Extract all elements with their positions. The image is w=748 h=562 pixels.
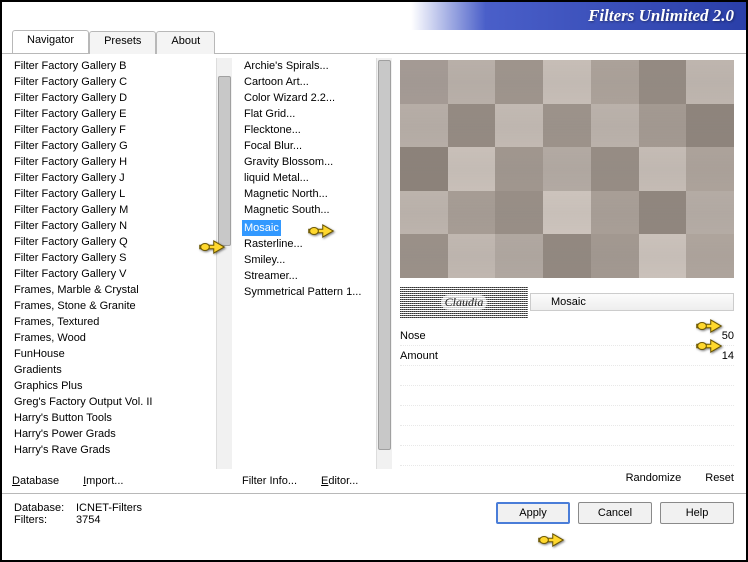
list-item[interactable]: Filter Factory Gallery L: [12, 186, 216, 202]
slider-label: Nose: [400, 330, 454, 342]
list-item[interactable]: Frames, Stone & Granite: [12, 298, 216, 314]
list-item[interactable]: Filter Factory Gallery B: [12, 58, 216, 74]
list-item[interactable]: Graphics Plus: [12, 378, 216, 394]
apply-button[interactable]: Apply: [496, 502, 570, 524]
list-item[interactable]: Streamer...: [242, 268, 376, 284]
watermark-text: Claudia: [441, 295, 488, 310]
list-item[interactable]: Symmetrical Pattern 1...: [242, 284, 376, 300]
watermark-logo: Claudia: [400, 286, 528, 318]
list-item[interactable]: Frames, Wood: [12, 330, 216, 346]
editor-button[interactable]: Editor...: [321, 475, 358, 487]
list-item[interactable]: Focal Blur...: [242, 138, 376, 154]
filter-info-button[interactable]: Filter Info...: [242, 475, 297, 487]
help-button[interactable]: Help: [660, 502, 734, 524]
list-item[interactable]: liquid Metal...: [242, 170, 376, 186]
scroll-thumb[interactable]: [218, 76, 231, 246]
slider-row[interactable]: Amount 14: [400, 346, 734, 366]
status-bar: Database:ICNET-Filters Filters:3754: [14, 502, 142, 526]
list-item[interactable]: Frames, Marble & Crystal: [12, 282, 216, 298]
tab-navigator[interactable]: Navigator: [12, 30, 89, 53]
list-item[interactable]: Frames, Textured: [12, 314, 216, 330]
list-item[interactable]: Color Wizard 2.2...: [242, 90, 376, 106]
cancel-button[interactable]: Cancel: [578, 502, 652, 524]
list-item[interactable]: Filter Factory Gallery Q: [12, 234, 216, 250]
list-item[interactable]: Archie's Spirals...: [242, 58, 376, 74]
slider-value: 50: [710, 330, 734, 342]
reset-button[interactable]: Reset: [705, 472, 734, 484]
list-item[interactable]: Filter Factory Gallery S: [12, 250, 216, 266]
list-item[interactable]: Cartoon Art...: [242, 74, 376, 90]
list-item[interactable]: FunHouse: [12, 346, 216, 362]
list-item[interactable]: Mosaic: [242, 220, 281, 236]
database-button[interactable]: Database: [12, 475, 59, 487]
app-title: Filters Unlimited 2.0: [588, 6, 734, 26]
tab-presets[interactable]: Presets: [89, 31, 156, 54]
randomize-button[interactable]: Randomize: [626, 472, 682, 484]
filter-list[interactable]: Archie's Spirals...Cartoon Art...Color W…: [232, 58, 376, 469]
list-item[interactable]: Greg's Factory Output Vol. II: [12, 394, 216, 410]
import-button[interactable]: Import...: [83, 475, 123, 487]
list-item[interactable]: Magnetic South...: [242, 202, 376, 218]
filter-scrollbar[interactable]: [376, 58, 392, 469]
pointer-hand-icon: [537, 529, 565, 551]
list-item[interactable]: Gravity Blossom...: [242, 154, 376, 170]
list-item[interactable]: Filter Factory Gallery F: [12, 122, 216, 138]
list-item[interactable]: Filter Factory Gallery D: [12, 90, 216, 106]
list-item[interactable]: Smiley...: [242, 252, 376, 268]
preview-image: [400, 60, 734, 278]
scroll-thumb[interactable]: [378, 60, 391, 450]
slider-value: 14: [710, 350, 734, 362]
category-list[interactable]: Filter Factory Gallery BFilter Factory G…: [2, 58, 216, 469]
list-item[interactable]: Flecktone...: [242, 122, 376, 138]
list-item[interactable]: Harry's Button Tools: [12, 410, 216, 426]
list-item[interactable]: Harry's Power Grads: [12, 426, 216, 442]
list-item[interactable]: Filter Factory Gallery G: [12, 138, 216, 154]
filter-name-display: Mosaic: [530, 293, 734, 311]
list-item[interactable]: Rasterline...: [242, 236, 376, 252]
list-item[interactable]: Filter Factory Gallery E: [12, 106, 216, 122]
list-item[interactable]: Flat Grid...: [242, 106, 376, 122]
list-item[interactable]: Gradients: [12, 362, 216, 378]
category-scrollbar[interactable]: [216, 58, 232, 469]
tab-about[interactable]: About: [156, 31, 215, 54]
list-item[interactable]: Filter Factory Gallery V: [12, 266, 216, 282]
slider-track[interactable]: [454, 355, 710, 357]
list-item[interactable]: Magnetic North...: [242, 186, 376, 202]
list-item[interactable]: Harry's Rave Grads: [12, 442, 216, 458]
list-item[interactable]: Filter Factory Gallery N: [12, 218, 216, 234]
tab-bar: NavigatorPresetsAbout: [2, 30, 746, 54]
slider-row[interactable]: Nose 50: [400, 326, 734, 346]
list-item[interactable]: Filter Factory Gallery J: [12, 170, 216, 186]
list-item[interactable]: Filter Factory Gallery M: [12, 202, 216, 218]
slider-track[interactable]: [454, 335, 710, 337]
list-item[interactable]: Filter Factory Gallery H: [12, 154, 216, 170]
slider-label: Amount: [400, 350, 454, 362]
list-item[interactable]: Filter Factory Gallery C: [12, 74, 216, 90]
